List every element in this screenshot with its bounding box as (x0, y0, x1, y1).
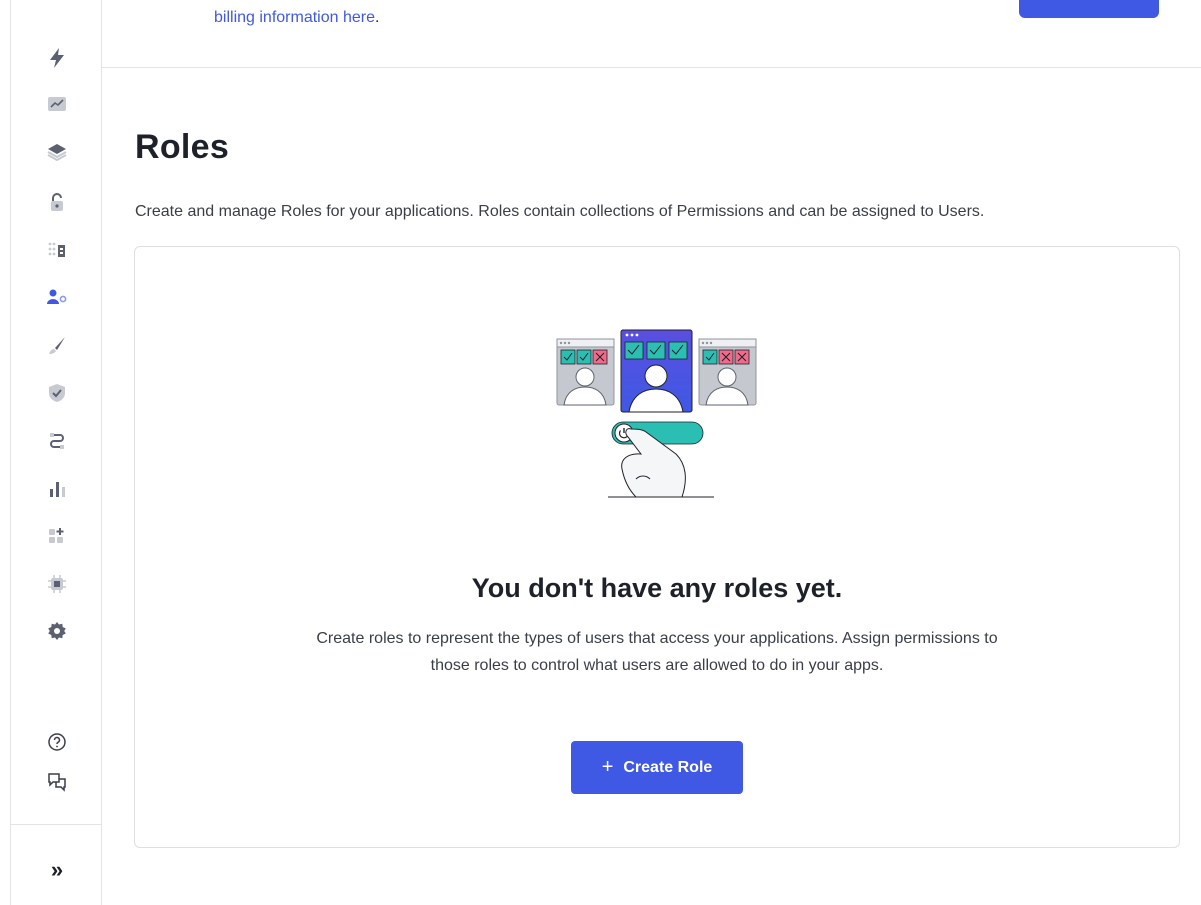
sidebar-item-marketplace[interactable] (42, 521, 72, 551)
sidebar-item-settings[interactable] (42, 616, 72, 646)
page-description: Create and manage Roles for your applica… (135, 203, 985, 220)
sidebar-item-branding[interactable] (42, 330, 72, 360)
billing-banner: billing information here. (214, 9, 379, 27)
empty-state-description: Create roles to represent the types of u… (316, 630, 998, 674)
sidebar-item-user-management[interactable] (42, 282, 72, 312)
sidebar-item-activity[interactable] (42, 89, 72, 119)
create-role-label: Create Role (623, 758, 713, 776)
create-role-button[interactable]: + Create Role (571, 741, 743, 794)
sidebar-item-extensions[interactable] (42, 569, 72, 599)
sidebar-item-feedback[interactable] (42, 767, 72, 797)
banner-action-button[interactable] (1019, 0, 1159, 18)
help-circle-icon (48, 733, 66, 751)
settings-gear-icon (48, 622, 66, 640)
roles-illustration (556, 329, 757, 498)
layers-icon (47, 144, 67, 161)
lightning-icon (50, 48, 64, 68)
sidebar-item-help[interactable] (42, 727, 72, 757)
plus-icon: + (601, 756, 614, 778)
sidebar-item-applications[interactable] (42, 137, 72, 167)
shield-check-icon (49, 384, 65, 402)
actions-flow-icon (50, 433, 64, 449)
sidebar-item-organizations[interactable] (42, 234, 72, 264)
billing-info-link[interactable]: billing information here (214, 9, 375, 26)
role-card-right-icon (698, 338, 757, 406)
sidebar-item-security[interactable] (42, 378, 72, 408)
marketplace-add-icon (49, 528, 64, 543)
user-management-icon (47, 289, 67, 304)
role-card-center-icon (620, 329, 693, 413)
sidebar-item-authentication[interactable] (42, 187, 72, 217)
expand-chevrons-icon[interactable]: » (42, 855, 72, 885)
roles-empty-state: You don't have any roles yet. Create rol… (134, 246, 1180, 848)
sidebar-item-monitoring[interactable] (42, 474, 72, 504)
monitoring-bar-chart-icon (50, 482, 65, 497)
sidebar-nav: » (10, 0, 102, 905)
banner-suffix: . (374, 9, 380, 26)
role-card-left-icon (556, 338, 615, 406)
sidebar-item-getting-started[interactable] (42, 43, 72, 73)
lock-icon (51, 193, 63, 211)
branding-brush-icon (49, 337, 65, 354)
sidebar-divider (11, 824, 101, 825)
feedback-chat-icon (48, 773, 66, 792)
activity-chart-icon (48, 97, 66, 111)
banner-divider (102, 67, 1201, 68)
extensions-chip-icon (48, 575, 66, 593)
sidebar-item-actions[interactable] (42, 426, 72, 456)
organizations-icon (48, 242, 65, 257)
page-title: Roles (135, 128, 230, 166)
empty-state-title: You don't have any roles yet. (471, 573, 843, 603)
